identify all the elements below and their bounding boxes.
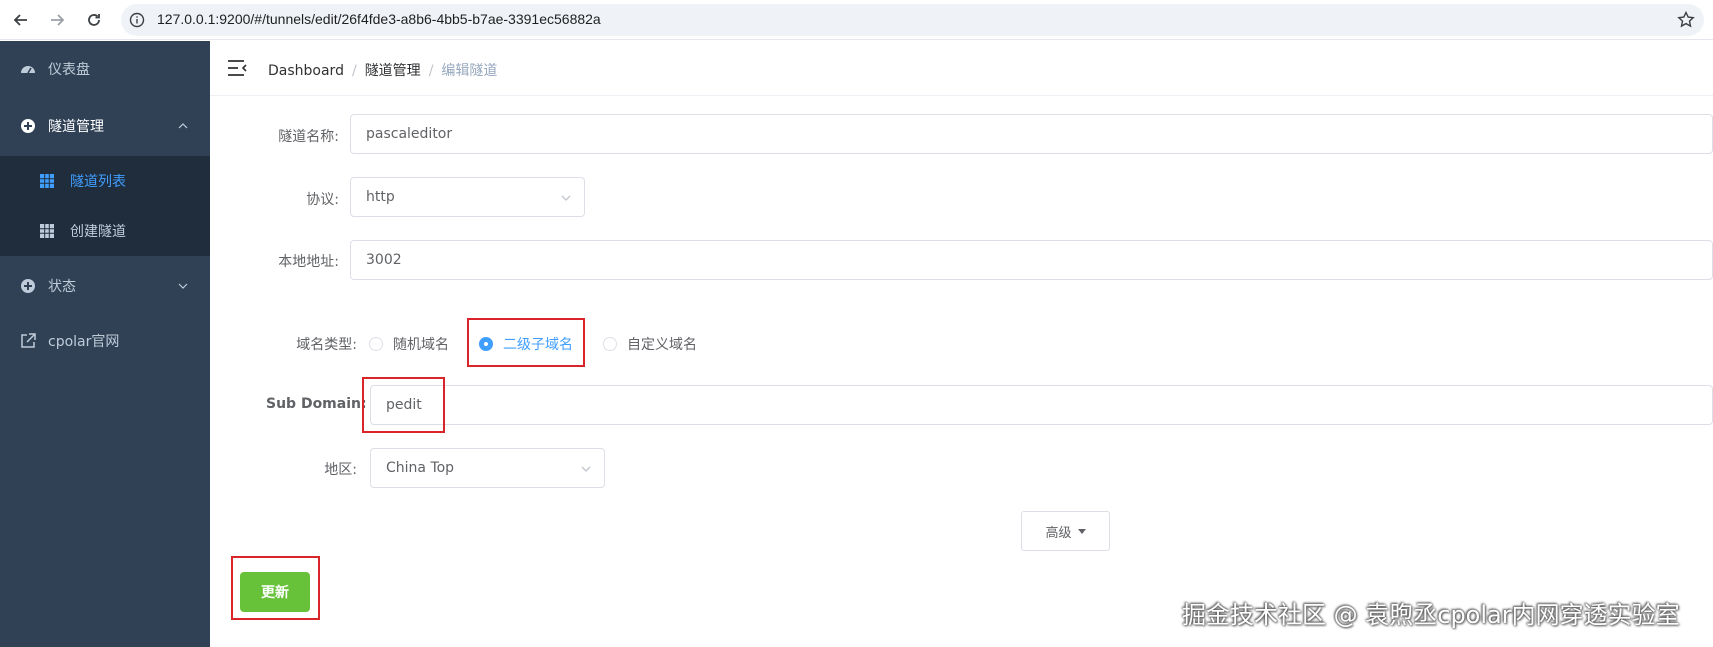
advanced-button[interactable]: 高级: [1021, 511, 1110, 551]
info-icon[interactable]: [129, 12, 145, 28]
sidebar-item-label: 隧道列表: [70, 174, 126, 190]
radio-circle: [369, 337, 383, 351]
arrow-left-icon: [13, 14, 27, 26]
local-address-value: 3002: [366, 252, 402, 268]
radio-label: 随机域名: [393, 337, 449, 353]
external-link-icon: [21, 333, 36, 348]
reload-icon: [88, 14, 100, 26]
domain-type-label: 域名类型:: [296, 337, 357, 353]
breadcrumb-current: 编辑隧道: [441, 63, 498, 79]
sidebar-item-tunnel-management[interactable]: 隧道管理: [0, 98, 210, 154]
breadcrumb-tunnel-management[interactable]: 隧道管理: [365, 63, 421, 79]
back-button[interactable]: [9, 8, 33, 32]
sidebar-item-label: 创建隧道: [70, 224, 126, 240]
highlight-box-subdomain-input: [362, 377, 445, 433]
breadcrumb: Dashboard / 隧道管理 / 编辑隧道: [268, 60, 497, 80]
sidebar-item-label: 隧道管理: [48, 119, 104, 135]
breadcrumb-separator: /: [351, 63, 357, 79]
arrow-right-icon: [51, 14, 65, 26]
caret-down-icon: [1077, 528, 1086, 534]
menu-toggle-icon[interactable]: [227, 59, 247, 77]
sidebar-item-label: cpolar官网: [48, 334, 120, 350]
highlight-box-update-button: [231, 556, 320, 620]
local-address-input[interactable]: 3002: [350, 240, 1713, 280]
region-label: 地区:: [324, 462, 357, 478]
sidebar-item-label: 状态: [48, 279, 76, 295]
chevron-up-icon: [178, 123, 188, 129]
breadcrumb-separator: /: [428, 63, 434, 79]
sidebar-item-create-tunnel[interactable]: 创建隧道: [0, 206, 210, 256]
protocol-select[interactable]: http: [350, 177, 585, 217]
sidebar-item-label: 仪表盘: [48, 62, 90, 78]
top-navbar: Dashboard / 隧道管理 / 编辑隧道: [210, 41, 1713, 96]
tunnel-submenu: 隧道列表 创建隧道: [0, 156, 210, 256]
protocol-label: 协议:: [306, 192, 339, 208]
bookmark-star-icon[interactable]: [1676, 10, 1696, 30]
protocol-value: http: [366, 189, 395, 205]
tunnel-name-label: 隧道名称:: [278, 129, 339, 145]
sidebar-item-tunnel-list[interactable]: 隧道列表: [0, 156, 210, 206]
grid-icon: [40, 224, 54, 238]
address-bar[interactable]: 127.0.0.1:9200/#/tunnels/edit/26f4fde3-a…: [121, 4, 1704, 36]
reload-button[interactable]: [82, 8, 106, 32]
grid-icon: [40, 174, 54, 188]
sidebar-item-cpolar-site[interactable]: cpolar官网: [0, 313, 210, 369]
tunnel-icon: [21, 119, 35, 133]
region-select[interactable]: China Top: [370, 448, 605, 488]
sidebar: 仪表盘 隧道管理 隧道列表 创建隧道 状态 cpolar官网: [0, 41, 210, 647]
status-icon: [21, 279, 35, 293]
forward-button[interactable]: [45, 8, 69, 32]
chevron-down-icon: [561, 195, 571, 201]
sidebar-item-status[interactable]: 状态: [0, 258, 210, 314]
chevron-down-icon: [178, 283, 188, 289]
browser-toolbar: 127.0.0.1:9200/#/tunnels/edit/26f4fde3-a…: [0, 0, 1713, 40]
subdomain-input[interactable]: pedit: [370, 385, 1713, 425]
tunnel-name-value: pascaleditor: [366, 126, 453, 142]
local-address-label: 本地地址:: [278, 254, 339, 270]
breadcrumb-dashboard[interactable]: Dashboard: [268, 63, 344, 79]
url-text[interactable]: 127.0.0.1:9200/#/tunnels/edit/26f4fde3-a…: [157, 11, 601, 27]
tunnel-name-input[interactable]: pascaleditor: [350, 114, 1713, 154]
radio-label: 自定义域名: [627, 337, 697, 353]
radio-circle: [603, 337, 617, 351]
region-value: China Top: [386, 460, 455, 476]
dashboard-icon: [21, 66, 35, 74]
subdomain-label: Sub Domain:: [266, 396, 367, 412]
watermark-text: 掘金技术社区 @ 袁煦丞cpolar内网穿透实验室: [1182, 601, 1680, 629]
radio-random-domain[interactable]: 随机域名: [369, 334, 449, 354]
highlight-box-subdomain-radio: [467, 318, 585, 367]
advanced-label: 高级: [1045, 525, 1072, 541]
radio-custom-domain[interactable]: 自定义域名: [603, 334, 697, 354]
sidebar-item-dashboard[interactable]: 仪表盘: [0, 41, 210, 97]
chevron-down-icon: [581, 466, 591, 472]
